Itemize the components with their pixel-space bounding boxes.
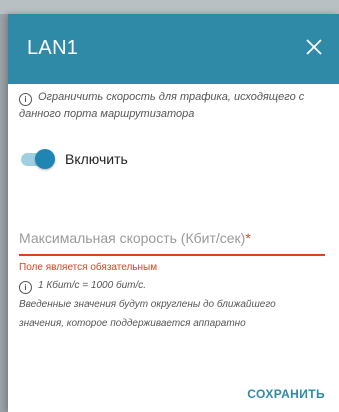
enable-toggle[interactable] bbox=[21, 149, 55, 169]
field-error-text: Поле является обязательным bbox=[19, 262, 158, 273]
toggle-knob bbox=[35, 149, 55, 169]
field-underline bbox=[19, 254, 325, 256]
dialog-header: LAN1 bbox=[8, 14, 339, 84]
info-text: Ограничить скорость для трафика, исходящ… bbox=[19, 91, 305, 120]
max-speed-input[interactable] bbox=[19, 228, 325, 250]
dialog-title: LAN1 bbox=[27, 37, 79, 59]
info-icon: i bbox=[19, 281, 32, 294]
unit-hint-row: i 1 Кбит/с = 1000 бит/с. bbox=[19, 278, 324, 294]
close-icon[interactable] bbox=[303, 36, 325, 58]
max-speed-field: Максимальная скорость (Кбит/сек)* bbox=[19, 228, 325, 256]
info-text-row: i Ограничить скорость для трафика, исходя… bbox=[19, 89, 324, 123]
info-icon: i bbox=[19, 93, 32, 106]
enable-toggle-row: Включить bbox=[21, 149, 128, 169]
enable-toggle-label: Включить bbox=[65, 151, 128, 167]
lan1-dialog: LAN1 bbox=[8, 14, 339, 412]
background-overlay bbox=[0, 0, 339, 14]
save-button[interactable]: СОХРАНИТЬ bbox=[247, 387, 325, 401]
unit-hint-text: 1 Кбит/с = 1000 бит/с. bbox=[38, 280, 147, 291]
rounding-hint-text: Введенные значения будут округлены до бл… bbox=[19, 299, 276, 329]
